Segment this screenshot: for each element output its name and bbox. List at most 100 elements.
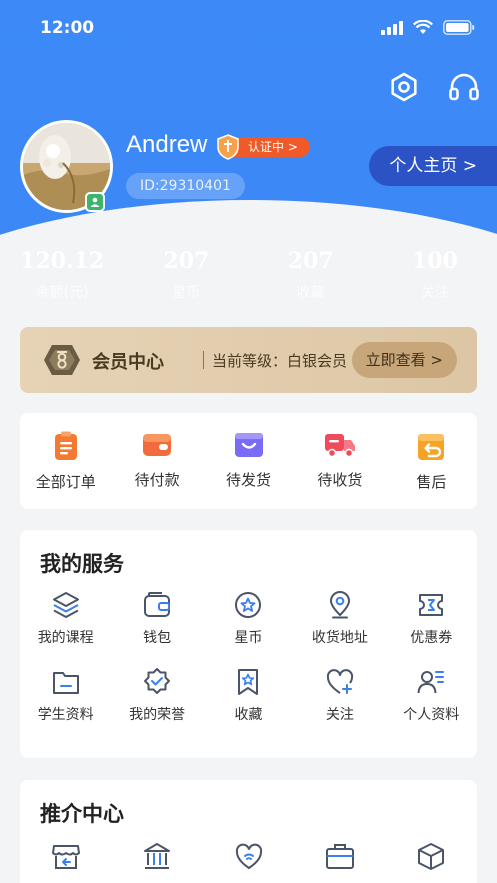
settings-button[interactable] [387,70,421,104]
shield-icon [217,134,239,160]
stat-label: 余额(元) [35,285,89,301]
order-pending-receipt[interactable]: 待收货 [294,413,385,509]
service-following[interactable]: 关注 [294,667,385,724]
bag-icon [234,433,263,457]
wifi-icon [413,20,433,34]
service-label: 我的荣誉 [129,707,186,723]
recommend-store[interactable] [20,842,111,870]
verify-status-label: 认证中 > [248,140,298,154]
battery-icon [443,20,475,35]
order-label: 待发货 [226,471,272,489]
service-label: 关注 [325,707,354,723]
service-wallet[interactable]: 钱包 [111,590,202,647]
cube-icon [418,843,445,870]
recommend-products[interactable] [386,842,477,870]
member-level: 当前等级：白银会员 [212,352,348,370]
truck-icon [324,434,355,458]
recommend-bank[interactable] [111,842,202,870]
member-divider [203,351,204,369]
order-label: 待收货 [317,471,363,489]
service-label: 个人资料 [403,707,460,723]
service-personal-info[interactable]: 个人资料 [386,667,477,724]
stat-favorites[interactable]: 207 收藏 [249,248,373,302]
user-card-icon [90,197,100,207]
stat-balance[interactable]: 120.12 余额(元) [0,248,124,302]
service-label: 星币 [234,630,263,646]
top-actions [387,70,481,104]
order-label: 全部订单 [35,473,96,491]
settings-hexagon-icon [391,72,417,102]
service-star-coins[interactable]: 星币 [203,590,294,647]
status-time: 12:00 [40,18,95,38]
service-label: 我的课程 [37,630,94,646]
briefcase-icon [325,844,354,869]
stat-label: 关注 [420,285,449,301]
member-title: 会员中心 [92,352,164,373]
stat-value: 207 [287,248,334,274]
location-pin-icon [329,591,350,619]
service-label: 钱包 [143,630,172,646]
return-icon [418,434,445,460]
order-label: 待付款 [134,471,180,489]
stat-following[interactable]: 100 关注 [373,248,497,302]
headphones-icon [449,73,479,101]
star-coin-icon [235,592,262,618]
service-label: 收货地址 [311,630,368,646]
service-coupons[interactable]: 优惠券 [386,590,477,647]
stat-value: 207 [163,248,210,274]
service-label: 学生资料 [37,707,94,723]
heart-plus-icon [326,669,353,694]
folder-icon [52,672,79,694]
member-center-card[interactable]: 会员中心 当前等级：白银会员 立即查看 > [20,327,477,393]
recommend-title: 推介中心 [40,802,124,826]
layers-icon [52,592,79,618]
store-icon [51,845,80,869]
services-title: 我的服务 [40,552,124,576]
support-button[interactable] [447,70,481,104]
member-crest-icon [44,345,80,375]
order-all[interactable]: 全部订单 [20,413,111,509]
bank-icon [144,843,171,869]
services-card: 我的服务 我的课程 钱包 星币 收货地址 优惠券 学生资料 我的荣誉 收藏 关注… [20,530,477,758]
service-label: 优惠券 [410,630,453,646]
signal-icon [381,20,403,35]
member-view-button[interactable]: 立即查看 > [351,342,457,378]
service-honors[interactable]: 我的荣誉 [111,667,202,724]
service-label: 收藏 [234,707,263,723]
bookmark-star-icon [238,669,259,695]
wallet-icon [143,434,172,456]
order-pending-payment[interactable]: 待付款 [111,413,202,509]
wallet-outline-icon [144,592,171,617]
stat-label: 收藏 [296,285,325,301]
service-favorites[interactable]: 收藏 [203,667,294,724]
service-address[interactable]: 收货地址 [294,590,385,647]
recommend-card: 推介中心 [20,780,477,883]
user-list-icon [417,671,445,694]
services-grid: 我的课程 钱包 星币 收货地址 优惠券 学生资料 我的荣誉 收藏 关注 个人资料 [20,590,477,724]
order-pending-shipment[interactable]: 待发货 [203,413,294,509]
stat-label: 星币 [172,285,201,301]
stat-coins[interactable]: 207 星币 [124,248,248,302]
stat-value: 120.12 [20,248,105,274]
recommend-row [20,842,477,870]
heart-wifi-icon [235,843,262,870]
verified-user-badge [85,192,105,212]
username: Andrew [126,131,208,158]
recommend-jobs[interactable] [294,842,385,870]
user-id: ID:29310401 [126,173,245,199]
order-label: 售后 [416,473,447,491]
badge-check-icon [144,668,171,694]
clipboard-icon [54,431,77,460]
status-icons [381,20,475,35]
stat-value: 100 [411,248,458,274]
verify-status-tag[interactable]: 认证中 > [217,134,310,160]
status-bar: 12:00 [0,0,497,58]
service-student-info[interactable]: 学生资料 [20,667,111,724]
stats-row: 120.12 余额(元) 207 星币 207 收藏 100 关注 [0,248,497,302]
orders-card: 全部订单 待付款 待发货 待收货 售后 [20,413,477,509]
recommend-charity[interactable] [203,842,294,870]
order-after-sales[interactable]: 售后 [386,413,477,509]
service-my-courses[interactable]: 我的课程 [20,590,111,647]
coupon-icon [419,594,444,616]
homepage-button[interactable]: 个人主页 > [369,146,497,186]
